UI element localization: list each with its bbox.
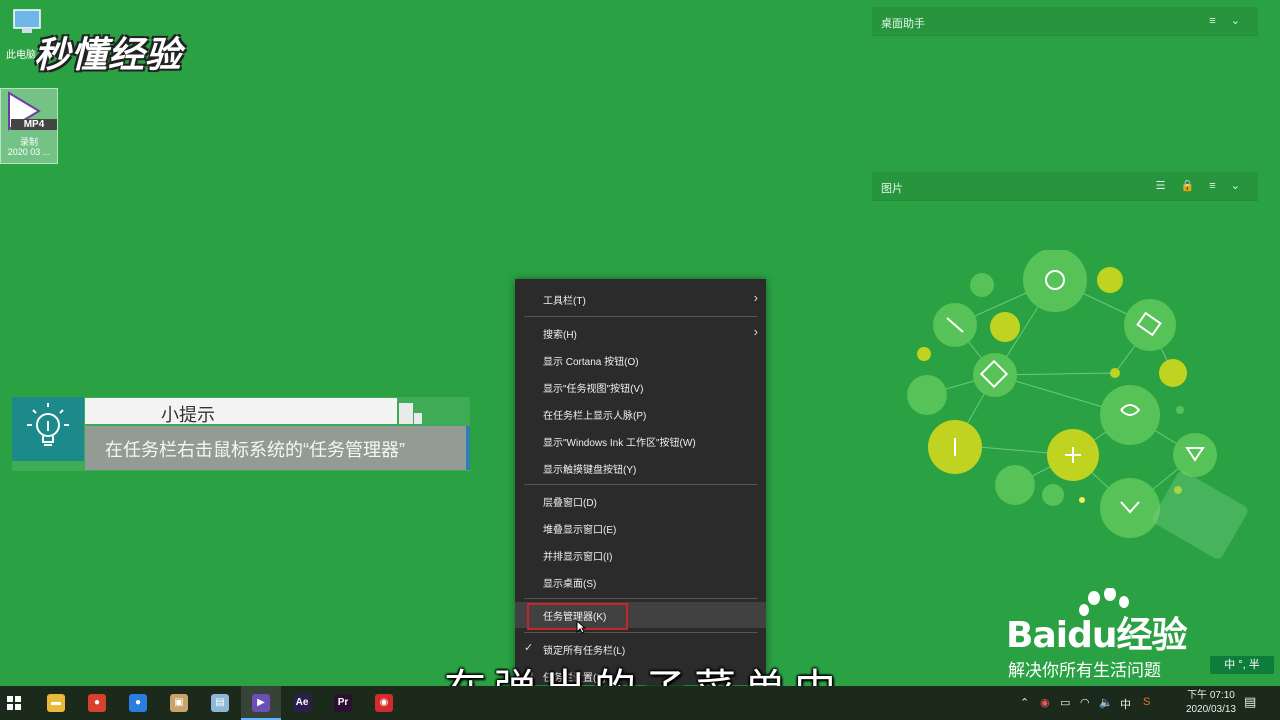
tip-decoration — [399, 403, 413, 424]
photos-icon: ▣ — [170, 694, 188, 712]
chevron-right-icon: › — [753, 324, 758, 339]
tip-decoration — [466, 426, 470, 470]
premiere-taskbar-button[interactable]: Pr — [323, 686, 363, 720]
widget-title: 桌面助手 — [881, 18, 925, 30]
menu-item-toolbars[interactable]: 工具栏(T) › — [515, 286, 766, 312]
decorative-bubble-graphic — [907, 250, 1248, 559]
menu-item-label: 显示 Cortana 按钮(O) — [543, 357, 639, 368]
widget-menu-icon[interactable]: ≡ ⌄ — [1209, 14, 1246, 27]
menu-item-label: 搜索(H) — [543, 330, 577, 341]
network-icon[interactable]: ◠ — [1080, 696, 1090, 709]
taskbar-clock[interactable]: 下午 07:10 2020/03/13 — [1186, 689, 1236, 717]
clock-date: 2020/03/13 — [1185, 704, 1236, 715]
checkmark-icon: ✓ — [524, 642, 534, 654]
photos-taskbar-button[interactable]: ▣ — [159, 686, 199, 720]
menu-item-label: 层叠窗口(D) — [543, 498, 597, 509]
ime-indicator[interactable]: 中 — [1120, 696, 1131, 712]
menu-item-label: 堆叠显示窗口(E) — [543, 525, 617, 536]
sogou-ime-icon[interactable]: S — [1143, 696, 1150, 708]
menu-separator — [524, 632, 758, 633]
menu-separator — [524, 316, 758, 317]
menu-item-label: 工具栏(T) — [543, 296, 586, 307]
menu-item-search[interactable]: 搜索(H) › — [515, 320, 766, 346]
tip-title: 小提示 — [161, 405, 215, 425]
menu-item-label: 并排显示窗口(I) — [543, 552, 613, 563]
menu-item-label: 锁定所有任务栏(L) — [543, 646, 626, 657]
menu-separator — [524, 598, 758, 599]
menu-item-cascade[interactable]: 层叠窗口(D) — [515, 488, 766, 514]
mouse-cursor-icon — [576, 620, 586, 634]
menu-item-show-cortana[interactable]: 显示 Cortana 按钮(O) — [515, 347, 766, 373]
notes-icon: ▤ — [211, 694, 229, 712]
tip-icon-box — [12, 397, 84, 461]
tip-title-bar: 小提示 — [85, 398, 397, 425]
menu-item-stack[interactable]: 堆叠显示窗口(E) — [515, 515, 766, 541]
menu-item-label: 在任务栏上显示人脉(P) — [543, 411, 647, 422]
miaodong-watermark-logo: 秒懂经验 — [34, 35, 183, 76]
pictures-widget[interactable]: 图片 ☰ 🔒 ≡ ⌄ — [872, 172, 1258, 201]
widget-controls-icon[interactable]: ☰ 🔒 ≡ ⌄ — [1156, 179, 1246, 192]
desktop-assistant-widget[interactable]: 桌面助手 ≡ ⌄ — [872, 7, 1258, 36]
tip-body-bar: 在任务栏右击鼠标系统的“任务管理器” — [85, 426, 467, 470]
menu-item-windows-ink[interactable]: 显示"Windows Ink 工作区"按钮(W) — [515, 428, 766, 454]
vs-taskbar-button[interactable]: ▶ — [241, 686, 281, 720]
show-hidden-icons-chevron-icon[interactable]: ⌃ — [1020, 696, 1029, 709]
desktop-file-mp4[interactable]: MP4 录制 2020 03 ... — [0, 88, 58, 164]
this-pc-label: 此电脑 — [6, 50, 36, 61]
file-name-line2: 2020 03 ... — [7, 147, 51, 157]
chrome-taskbar-button[interactable]: ● — [77, 686, 117, 720]
after-effects-icon: Ae — [293, 694, 311, 712]
after-effects-taskbar-button[interactable]: Ae — [282, 686, 322, 720]
tip-decoration — [414, 413, 422, 424]
volume-icon[interactable]: 🔈 — [1099, 696, 1113, 709]
tip-body-text: 在任务栏右击鼠标系统的“任务管理器” — [105, 440, 405, 460]
browser-taskbar-button[interactable]: ● — [118, 686, 158, 720]
menu-item-label: 显示桌面(S) — [543, 579, 597, 590]
menu-item-show-people[interactable]: 在任务栏上显示人脉(P) — [515, 401, 766, 427]
menu-item-show-desktop[interactable]: 显示桌面(S) — [515, 569, 766, 595]
ime-status-badge: 中 °, 半 — [1210, 656, 1274, 674]
lightbulb-icon — [27, 403, 69, 446]
file-explorer-taskbar-button[interactable]: ▬ — [36, 686, 76, 720]
menu-item-touch-keyboard[interactable]: 显示触摸键盘按钮(Y) — [515, 455, 766, 481]
file-badge: MP4 — [11, 119, 57, 130]
premiere-icon: Pr — [334, 694, 352, 712]
chevron-right-icon: › — [753, 290, 758, 305]
widget-title: 图片 — [881, 183, 903, 195]
menu-item-label: 显示"任务视图"按钮(V) — [543, 384, 644, 395]
baidu-slogan: 解决你所有生活问题 — [1008, 661, 1161, 680]
menu-item-side-by-side[interactable]: 并排显示窗口(I) — [515, 542, 766, 568]
clock-time: 下午 07:10 — [1187, 690, 1235, 701]
notes-taskbar-button[interactable]: ▤ — [200, 686, 240, 720]
browser-icon: ● — [129, 694, 147, 712]
menu-item-label: 显示触摸键盘按钮(Y) — [543, 465, 637, 476]
menu-item-label: 显示"Windows Ink 工作区"按钮(W) — [543, 438, 696, 449]
file-explorer-icon: ▬ — [47, 694, 65, 712]
taskbar[interactable]: ▬ ● ● ▣ ▤ ▶ Ae Pr ◉ ⌃ ◉ ▭ ◠ 🔈 中 S 下午 07:10 2020/… — [0, 686, 1280, 720]
menu-separator — [524, 484, 758, 485]
notification-center-icon[interactable]: ▤ — [1244, 694, 1256, 710]
start-button[interactable] — [0, 686, 40, 720]
record-icon[interactable]: ◉ — [1040, 696, 1050, 709]
battery-icon[interactable]: ▭ — [1060, 696, 1070, 709]
netease-music-taskbar-button[interactable]: ◉ — [364, 686, 404, 720]
netease-music-icon: ◉ — [375, 694, 393, 712]
baidu-jingyan-logo: Baidu经验 — [1006, 615, 1187, 656]
vs-icon: ▶ — [252, 694, 270, 712]
chrome-icon: ● — [88, 694, 106, 712]
windows-logo-icon — [7, 696, 21, 710]
menu-item-task-view[interactable]: 显示"任务视图"按钮(V) — [515, 374, 766, 400]
